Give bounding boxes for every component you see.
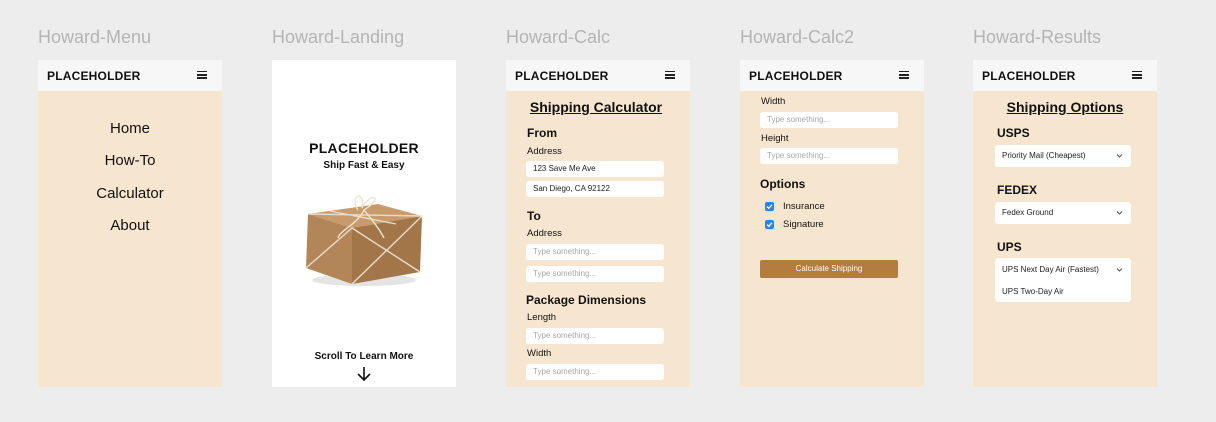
from-address-line2-input[interactable]: San Diego, CA 92122	[526, 181, 664, 197]
signature-label: Signature	[783, 219, 824, 230]
brand-logo[interactable]: PLACEHOLDER	[749, 69, 843, 83]
calc-frame: PLACEHOLDER Shipping Calculator From Add…	[506, 60, 690, 387]
calc2-frame: PLACEHOLDER Width Type something... Heig…	[740, 60, 924, 387]
signature-checkbox[interactable]	[765, 220, 774, 229]
shipping-options-heading: Shipping Options	[1006, 99, 1124, 115]
from-address-label: Address	[527, 146, 562, 157]
usps-label: USPS	[997, 126, 1030, 140]
width-input[interactable]: Type something...	[526, 364, 664, 380]
ups-select-open[interactable]: UPS Next Day Air (Fastest) UPS Two-Day A…	[995, 258, 1131, 302]
hamburger-menu-icon[interactable]	[197, 71, 207, 79]
from-section-label: From	[527, 126, 557, 140]
top-bar: PLACEHOLDER	[506, 60, 690, 91]
insurance-label: Insurance	[783, 201, 825, 212]
fedex-label: FEDEX	[997, 183, 1038, 197]
chevron-down-icon	[1116, 154, 1123, 158]
brand-logo[interactable]: PLACEHOLDER	[515, 69, 609, 83]
menu-item-about[interactable]: About	[38, 217, 222, 234]
top-bar: PLACEHOLDER	[38, 60, 222, 91]
frame-title-menu: Howard-Menu	[38, 27, 152, 47]
landing-frame: PLACEHOLDER Ship Fast & Easy Scroll To L…	[272, 60, 456, 387]
ups-option-two-day[interactable]: UPS Two-Day Air	[1002, 287, 1064, 296]
from-address-line1-input[interactable]: 123 Save Me Ave	[526, 161, 664, 177]
usps-selected-value: Priority Mail (Cheapest)	[1002, 151, 1086, 160]
options-label: Options	[760, 177, 806, 191]
hamburger-menu-icon[interactable]	[1132, 71, 1142, 79]
menu-frame: PLACEHOLDER Home How-To Calculator About	[38, 60, 222, 387]
landing-headline: PLACEHOLDER	[309, 140, 419, 156]
results-frame: PLACEHOLDER Shipping Options USPS Priori…	[973, 60, 1157, 387]
hamburger-menu-icon[interactable]	[665, 71, 675, 79]
brand-logo[interactable]: PLACEHOLDER	[982, 69, 1076, 83]
to-address-line1-input[interactable]: Type something...	[526, 244, 664, 260]
menu-item-calculator[interactable]: Calculator	[38, 185, 222, 202]
frame-title-calc2: Howard-Calc2	[740, 27, 855, 47]
chevron-down-icon	[1116, 268, 1123, 272]
length-label: Length	[527, 312, 557, 323]
calculator-heading: Shipping Calculator	[529, 99, 663, 115]
top-bar: PLACEHOLDER	[740, 60, 924, 91]
landing-tagline: Ship Fast & Easy	[323, 160, 405, 171]
checkmark-icon	[766, 204, 773, 210]
height-label: Height	[761, 133, 789, 144]
chevron-down-icon	[1116, 211, 1123, 215]
frame-title-landing: Howard-Landing	[272, 27, 405, 47]
scroll-hint: Scroll To Learn More	[314, 351, 414, 362]
hamburger-menu-icon[interactable]	[899, 71, 909, 79]
menu-item-how-to[interactable]: How-To	[38, 152, 222, 169]
usps-select[interactable]: Priority Mail (Cheapest)	[995, 145, 1131, 167]
to-address-line2-input[interactable]: Type something...	[526, 266, 664, 282]
to-section-label: To	[527, 209, 541, 223]
package-image	[305, 195, 423, 286]
fedex-selected-value: Fedex Ground	[1002, 208, 1054, 217]
width-label: Width	[527, 348, 552, 359]
height-input[interactable]: Type something...	[760, 148, 898, 164]
width-label: Width	[761, 96, 786, 107]
ups-option-next-day[interactable]: UPS Next Day Air (Fastest)	[1002, 265, 1099, 274]
insurance-checkbox[interactable]	[765, 202, 774, 211]
frame-title-calc: Howard-Calc	[506, 27, 611, 47]
package-dimensions-label: Package Dimensions	[526, 293, 647, 307]
frame-title-results: Howard-Results	[973, 27, 1102, 47]
checkmark-icon	[766, 222, 773, 228]
top-bar: PLACEHOLDER	[973, 60, 1157, 91]
length-input[interactable]: Type something...	[526, 328, 664, 344]
calculate-shipping-button[interactable]: Calculate Shipping	[760, 260, 898, 278]
arrow-down-icon[interactable]	[356, 366, 372, 382]
width-input[interactable]: Type something...	[760, 112, 898, 128]
menu-item-home[interactable]: Home	[38, 120, 222, 137]
to-address-label: Address	[527, 228, 562, 239]
ups-label: UPS	[997, 240, 1022, 254]
brand-logo[interactable]: PLACEHOLDER	[47, 69, 141, 83]
fedex-select[interactable]: Fedex Ground	[995, 202, 1131, 224]
